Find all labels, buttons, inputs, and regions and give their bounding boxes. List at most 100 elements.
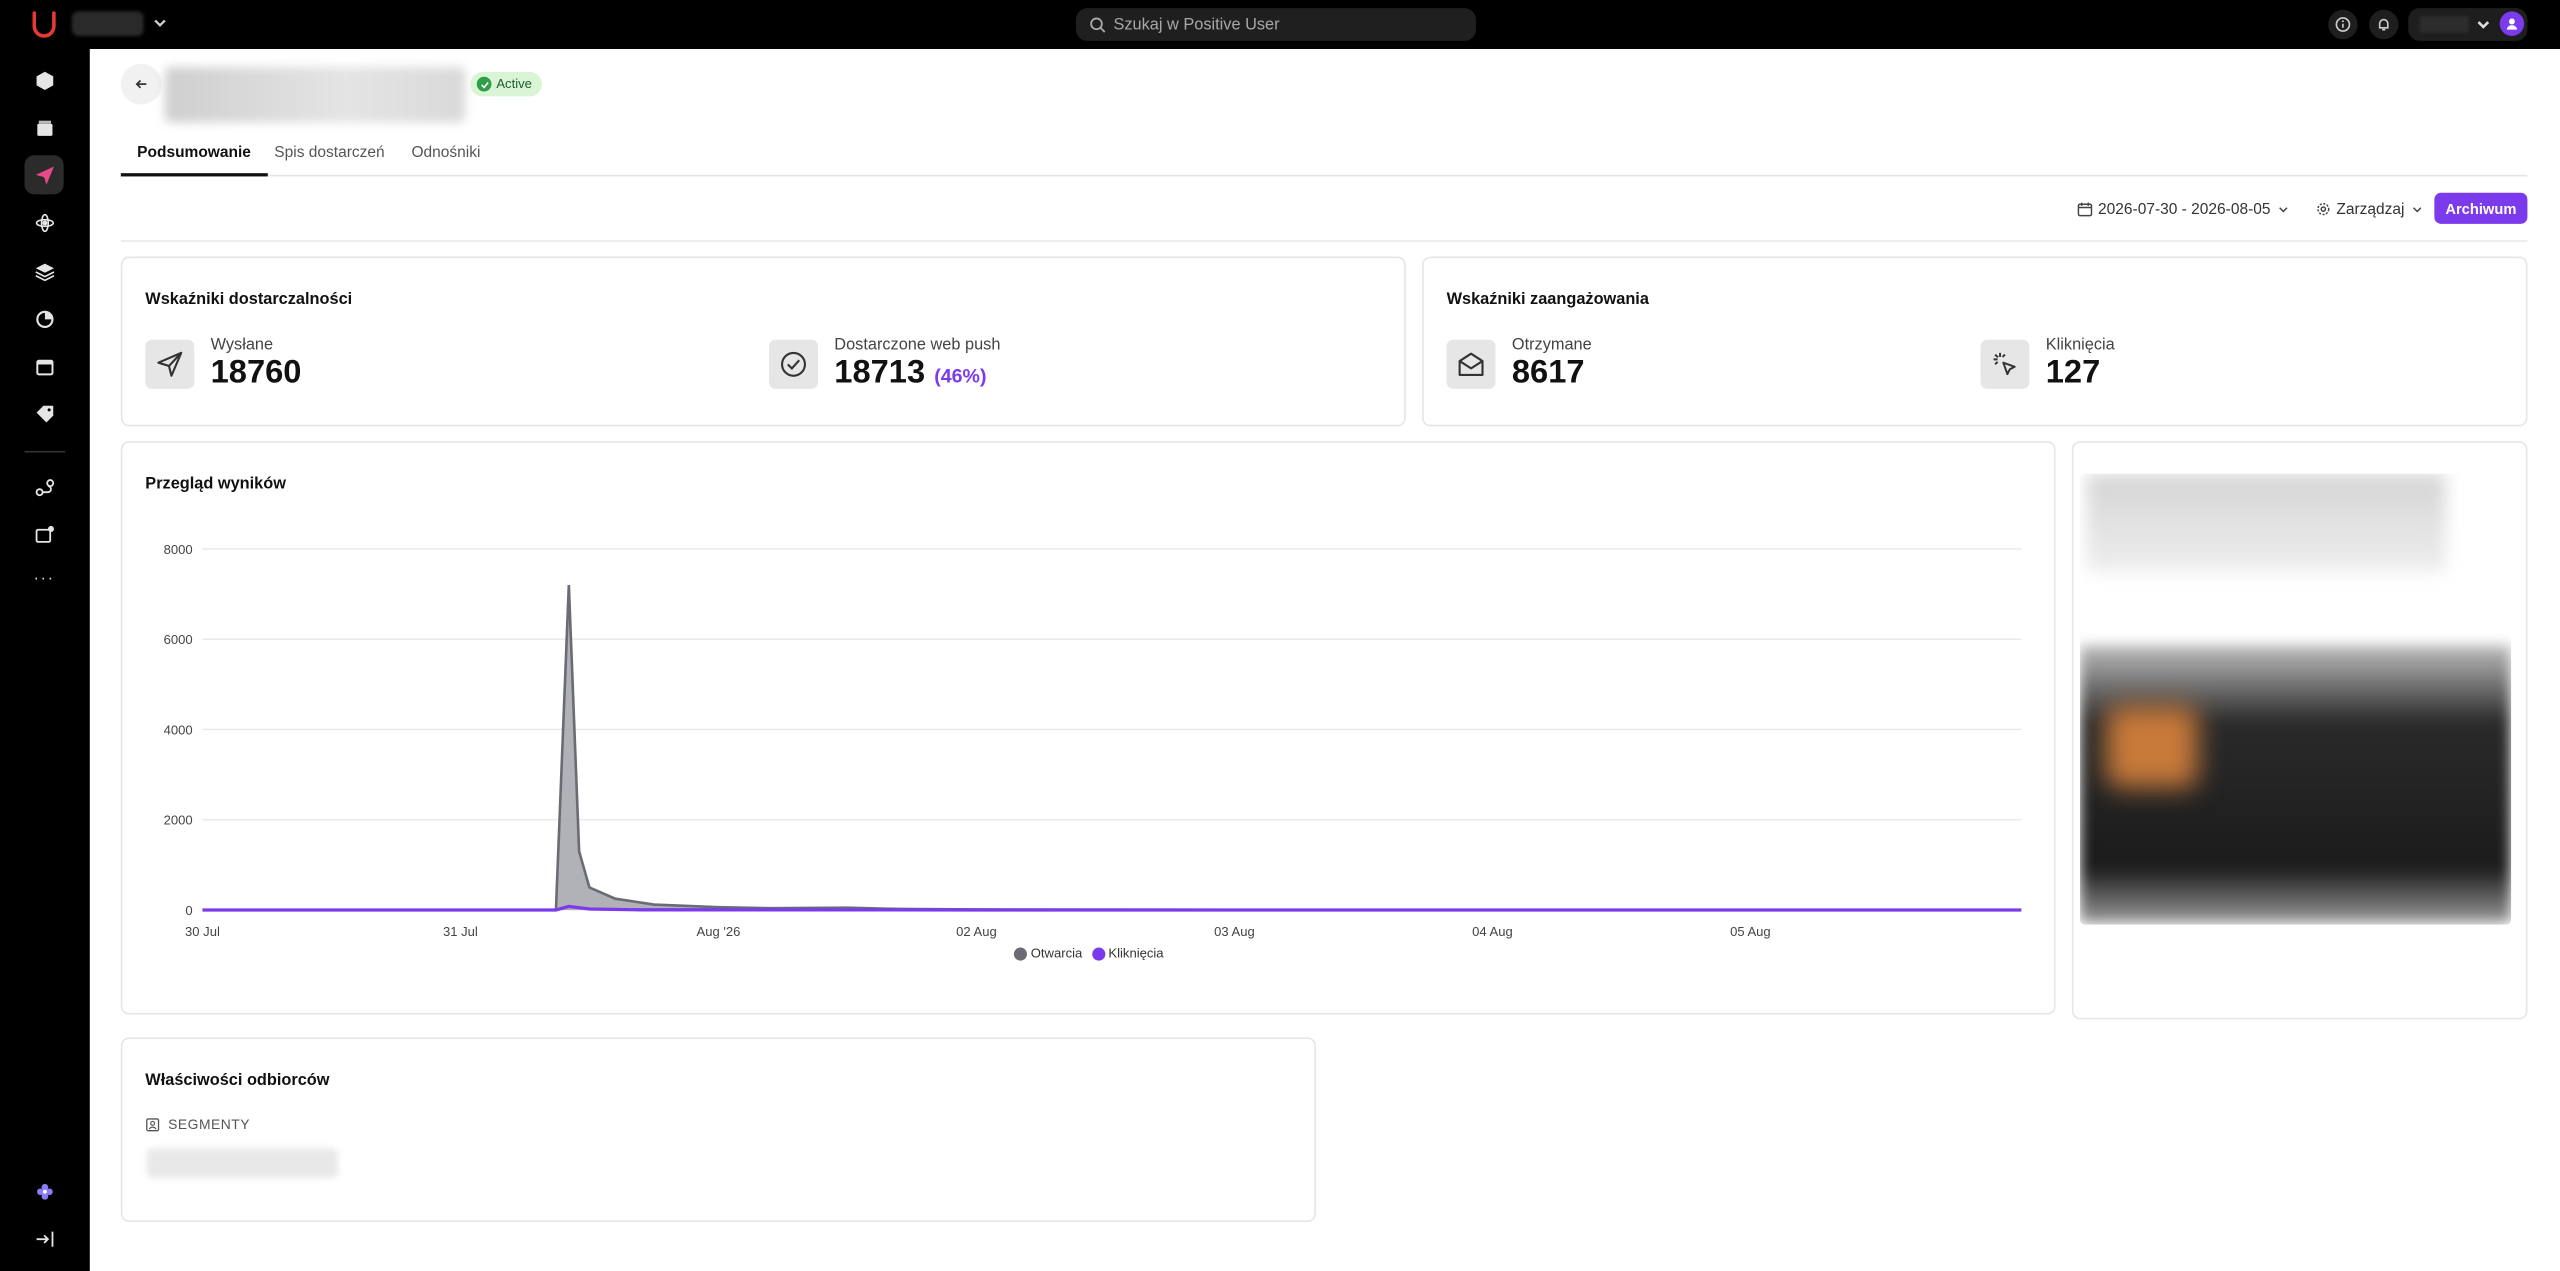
app-logo-icon[interactable] xyxy=(28,8,61,41)
organization-switcher[interactable] xyxy=(71,11,144,36)
message-preview-card xyxy=(2071,441,2528,1020)
cursor-click-icon xyxy=(1980,339,2030,389)
layers-icon xyxy=(34,262,54,281)
x-tick-label: 31 Jul xyxy=(443,924,478,939)
tab-links[interactable]: Odnośniki xyxy=(411,144,480,177)
date-range-value: 2026-07-30 - 2026-08-05 xyxy=(2098,200,2271,219)
chevron-down-icon xyxy=(2477,21,2490,29)
flower-icon xyxy=(36,1183,52,1199)
calendar-icon xyxy=(2077,202,2093,217)
main-content: Active Podsumowanie Spis dostarczeń Odno… xyxy=(89,49,2560,1271)
user-icon xyxy=(2506,18,2518,30)
x-tick-label: 02 Aug xyxy=(956,924,997,939)
sidebar-item-automation[interactable] xyxy=(24,203,63,242)
manage-dropdown[interactable]: Zarządzaj xyxy=(2315,198,2424,221)
segment-icon xyxy=(146,1117,160,1131)
y-tick-label: 2000 xyxy=(164,813,193,828)
sidebar-item-campaigns[interactable] xyxy=(24,155,64,195)
arrow-left-icon xyxy=(135,79,147,89)
sent-value: 18760 xyxy=(210,354,302,391)
search-icon xyxy=(1090,16,1106,32)
legend-label: Otwarcia xyxy=(1030,945,1083,961)
clicks-label: Kliknięcia xyxy=(2045,336,2115,355)
results-chart: 0 2000 4000 6000 8000 30 Jul 31 Jul Aug '26 02 A… xyxy=(164,542,2022,939)
info-icon xyxy=(2335,17,2351,32)
legend-item-clicks[interactable]: Kliknięcia xyxy=(1092,946,1164,961)
y-tick-label: 6000 xyxy=(164,632,193,647)
logout-icon xyxy=(35,1230,53,1246)
more-icon[interactable]: ··· xyxy=(24,570,63,588)
sidebar-item-home[interactable] xyxy=(24,60,63,99)
legend-label: Kliknięcia xyxy=(1108,945,1164,961)
y-tick-label: 4000 xyxy=(164,722,193,737)
legend-swatch xyxy=(1092,946,1106,960)
delivered-metric: 18713 (46%) xyxy=(834,355,986,393)
clicks-value: 127 xyxy=(2045,354,2101,391)
y-tick-label: 8000 xyxy=(164,542,193,557)
atom-icon xyxy=(34,213,54,232)
window-icon xyxy=(35,358,53,375)
legend-item-opens[interactable]: Otwarcia xyxy=(1014,946,1082,961)
sidebar-item-layers[interactable] xyxy=(24,252,63,291)
sidebar-item-integrations[interactable] xyxy=(24,467,63,506)
bell-icon xyxy=(2378,18,2389,31)
series-line-1 xyxy=(202,584,2022,912)
archive-button[interactable]: Archiwum xyxy=(2434,192,2528,224)
cube-icon xyxy=(35,70,53,90)
tab-summary[interactable]: Podsumowanie xyxy=(120,144,268,177)
date-range-picker[interactable]: 2026-07-30 - 2026-08-05 xyxy=(2077,198,2290,221)
bell-badge-icon xyxy=(34,525,54,542)
segments-heading: SEGMENTY xyxy=(145,1116,250,1132)
help-button[interactable] xyxy=(2328,9,2358,40)
series-area-1 xyxy=(202,585,2022,910)
sidebar: ··· xyxy=(0,49,90,1271)
y-tick-label: 0 xyxy=(185,903,192,918)
mail-open-icon xyxy=(1446,339,1496,389)
chart-legend: Otwarcia Kliknięcia xyxy=(122,946,2055,961)
check-circle-icon xyxy=(476,76,492,92)
engagement-card: Wskaźniki zaangażowania Otrzymane 8617 K… xyxy=(1422,256,2528,427)
delivered-percentage: (46%) xyxy=(934,364,987,388)
x-tick-label: 04 Aug xyxy=(1472,924,1513,939)
segments-label: SEGMENTY xyxy=(168,1115,250,1133)
message-preview xyxy=(2080,473,2512,925)
status-badge: Active xyxy=(470,71,542,97)
status-label: Active xyxy=(496,76,532,92)
sidebar-item-tags[interactable] xyxy=(24,394,63,433)
avatar[interactable] xyxy=(2499,11,2525,36)
card-title: Wskaźniki dostarczalności xyxy=(145,290,353,309)
send-icon xyxy=(34,165,54,184)
box-icon xyxy=(36,119,52,136)
tab-delivery-list[interactable]: Spis dostarczeń xyxy=(274,144,384,177)
results-chart-card: Przegląd wyników 0 2000 4000 6000 8000 30 Jul… xyxy=(120,441,2056,1015)
sidebar-item-templates[interactable] xyxy=(24,346,63,385)
x-tick-label: 03 Aug xyxy=(1214,924,1255,939)
delivered-value: 18713 xyxy=(834,354,926,391)
segment-chip xyxy=(146,1148,338,1178)
chevron-down-icon xyxy=(2412,206,2421,212)
series-line-2 xyxy=(202,904,2022,912)
tab-bar: Podsumowanie Spis dostarczeń Odnośniki xyxy=(120,137,2528,177)
legend-swatch xyxy=(1014,946,1028,960)
search-input[interactable] xyxy=(1113,15,1457,34)
search-bar[interactable] xyxy=(1075,8,1476,41)
received-value: 8617 xyxy=(1511,354,1585,391)
sidebar-item-inbox[interactable] xyxy=(24,108,63,147)
sidebar-item-plugin[interactable] xyxy=(24,1171,63,1210)
recipients-card: Właściwości odbiorców SEGMENTY xyxy=(120,1037,1316,1223)
x-tick-label: 30 Jul xyxy=(185,924,220,939)
delivered-label: Dostarczone web push xyxy=(834,336,1001,355)
sidebar-item-analytics[interactable] xyxy=(24,299,63,338)
chevron-down-icon xyxy=(2278,206,2287,212)
campaign-title xyxy=(164,66,466,123)
x-tick-label: Aug '26 xyxy=(697,924,741,939)
card-title: Wskaźniki zaangażowania xyxy=(1446,290,1649,309)
manage-label: Zarządzaj xyxy=(2336,200,2405,219)
back-button[interactable] xyxy=(120,63,162,105)
chevron-down-icon[interactable] xyxy=(150,13,170,33)
route-icon xyxy=(34,478,54,496)
sidebar-item-logout[interactable] xyxy=(24,1219,63,1258)
send-icon xyxy=(145,339,195,389)
sidebar-item-notifications[interactable] xyxy=(24,515,63,554)
notifications-button[interactable] xyxy=(2369,9,2399,40)
